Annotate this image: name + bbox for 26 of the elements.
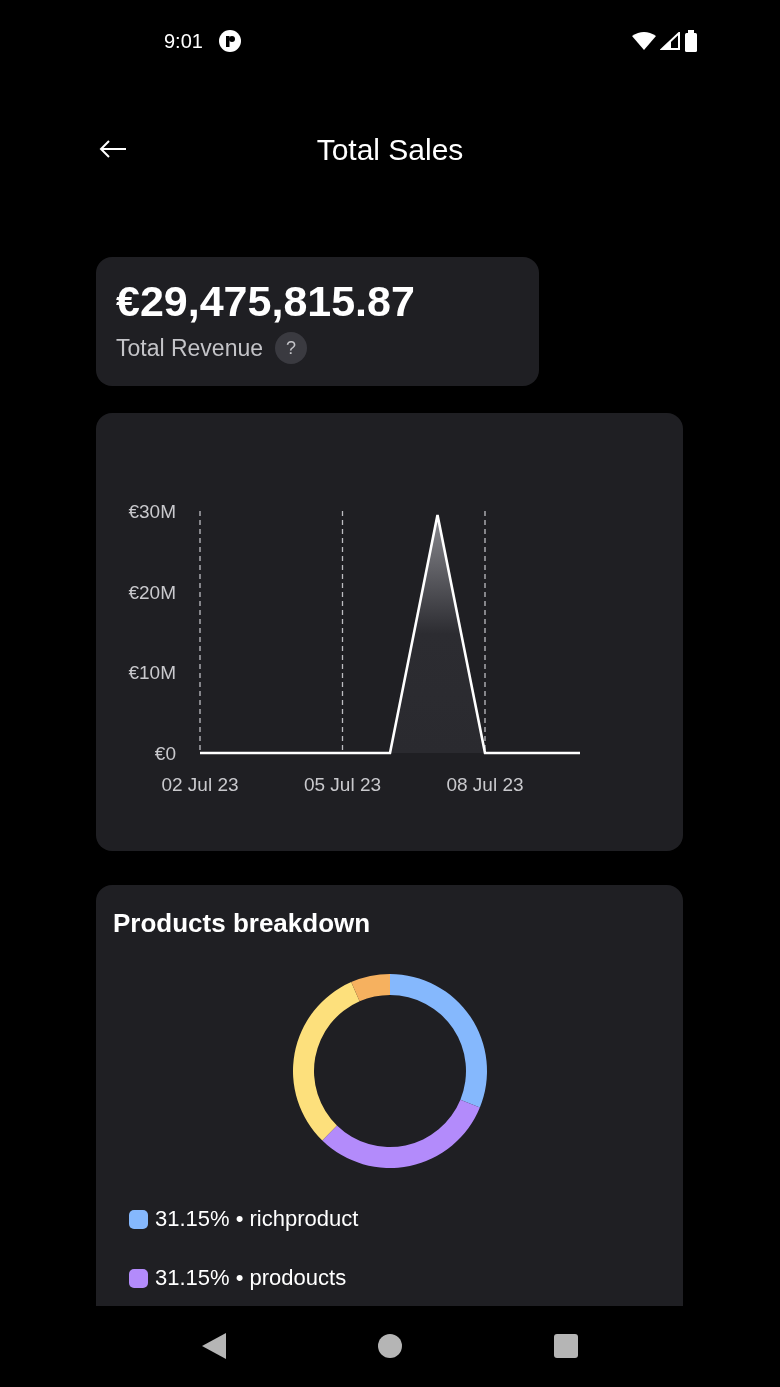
breakdown-title: Products breakdown xyxy=(113,907,372,939)
y-axis-label: €30M xyxy=(128,501,176,522)
nav-home-button[interactable] xyxy=(377,1332,403,1359)
x-axis-label: 08 Jul 23 xyxy=(446,774,524,795)
y-axis-label: €20M xyxy=(128,581,176,603)
nav-back-button[interactable] xyxy=(201,1332,227,1359)
app-notification-icon xyxy=(218,30,241,52)
x-axis-label: 05 Jul 23 xyxy=(303,774,382,795)
circle-icon xyxy=(378,1333,402,1358)
revenue-amount: €29,475,815.87 xyxy=(116,277,416,325)
nav-recents-button[interactable] xyxy=(553,1332,579,1359)
battery-icon xyxy=(684,30,698,52)
help-button[interactable]: ? xyxy=(275,332,308,365)
y-axis-label: €0 xyxy=(154,743,176,764)
triangle-icon xyxy=(202,1332,226,1359)
page-title: Total Sales xyxy=(316,131,464,168)
back-arrow-icon xyxy=(99,139,127,159)
x-axis-label: 02 Jul 23 xyxy=(161,774,239,795)
signal-icon xyxy=(660,32,680,50)
legend-label: 31.15% • richproduct xyxy=(155,1205,359,1233)
status-time: 9:01 xyxy=(164,29,203,54)
revenue-label: Total Revenue xyxy=(116,334,264,363)
legend-label: 31.15% • prodoucts xyxy=(155,1264,347,1292)
square-icon xyxy=(554,1333,578,1358)
wifi-icon xyxy=(632,32,656,50)
y-axis-label: €10M xyxy=(128,662,176,684)
